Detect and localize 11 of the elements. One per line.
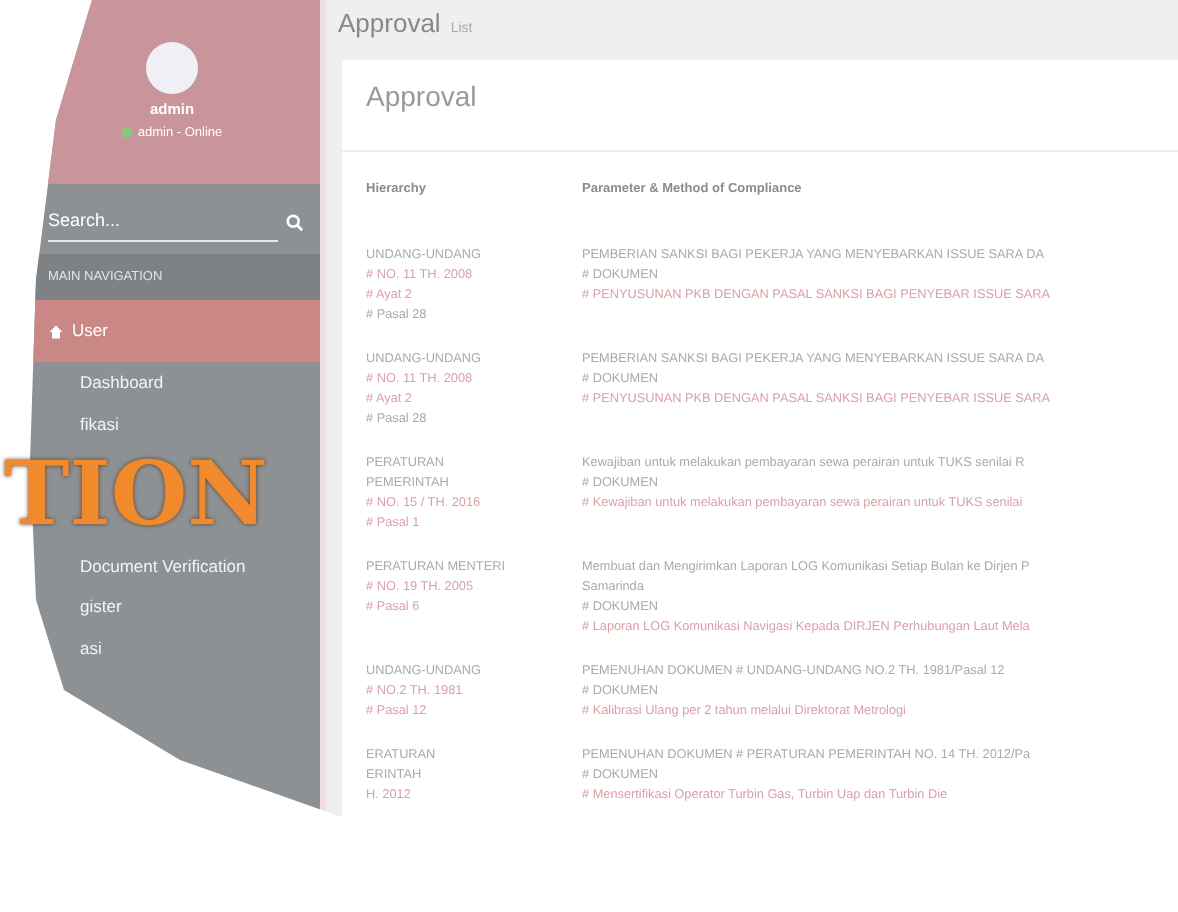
sidebar-item[interactable]: Document Verification (0, 545, 320, 587)
sidebar-item[interactable]: asi (0, 628, 320, 670)
search-field[interactable]: Search... (48, 204, 278, 241)
sidebar-item[interactable]: gister (0, 586, 320, 628)
card-title: Approval (342, 59, 1178, 151)
sidebar-item[interactable]: fikasi (0, 403, 320, 445)
sidebar-item[interactable]: Dashboard (0, 362, 320, 404)
home-icon (48, 323, 64, 340)
search-icon[interactable] (286, 213, 304, 232)
avatar-icon (146, 41, 198, 93)
page-title: Approval (338, 6, 441, 42)
